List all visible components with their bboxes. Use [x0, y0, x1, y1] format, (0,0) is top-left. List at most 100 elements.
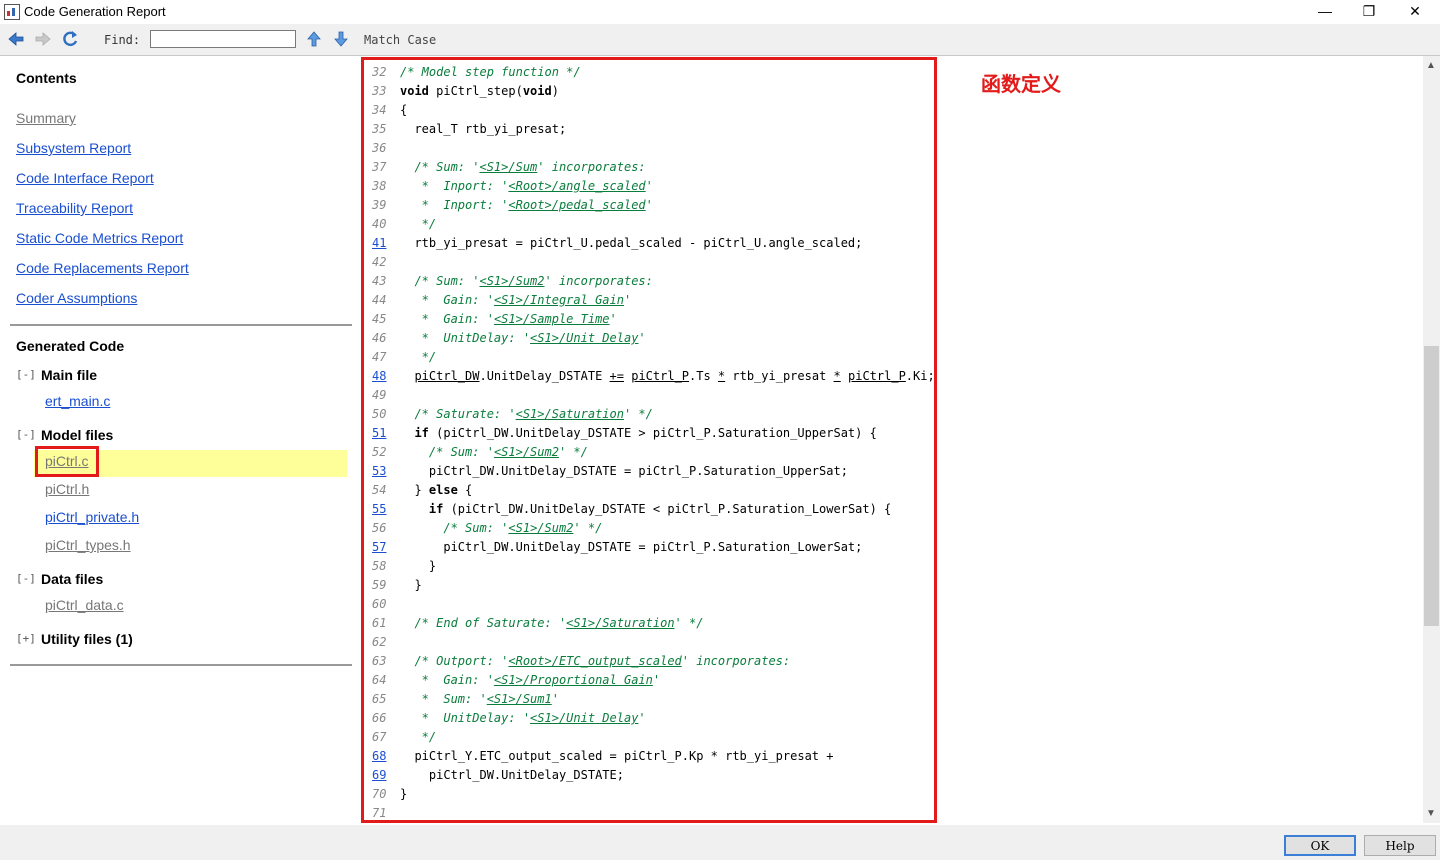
line-number[interactable]: 48: [372, 367, 392, 386]
code-text: {: [400, 103, 408, 117]
line-number[interactable]: 69: [372, 766, 392, 785]
code-text: rtb_yi_presat = piCtrl_U.pedal_scaled - …: [400, 236, 863, 250]
code-line: 66 * UnitDelay: '<S1>/Unit Delay': [364, 709, 934, 728]
line-number[interactable]: 51: [372, 424, 392, 443]
code-line: 50 /* Saturate: '<S1>/Saturation' */: [364, 405, 934, 424]
subsystem-report-link[interactable]: Subsystem Report: [16, 140, 131, 156]
line-number[interactable]: 68: [372, 747, 392, 766]
coder-assumptions-link[interactable]: Coder Assumptions: [16, 290, 137, 306]
line-number: 49: [372, 388, 387, 402]
code-text: piCtrl_DW.UnitDelay_DSTATE = piCtrl_P.Sa…: [400, 464, 848, 478]
data-files-toggle[interactable]: [-]: [16, 572, 36, 585]
back-arrow-icon[interactable]: [6, 29, 26, 49]
code-line: 65 * Sum: '<S1>/Sum1': [364, 690, 934, 709]
file-pictrl-data-c[interactable]: piCtrl_data.c: [45, 597, 124, 613]
code-text: real_T rtb_yi_presat;: [400, 122, 567, 136]
find-label: Find:: [104, 33, 141, 47]
line-number: 36: [372, 141, 387, 155]
code-interface-report-link[interactable]: Code Interface Report: [16, 170, 154, 186]
code-line: 70}: [364, 785, 934, 804]
code-text: if (piCtrl_DW.UnitDelay_DSTATE < piCtrl_…: [428, 502, 892, 516]
line-number: 40: [372, 217, 387, 231]
find-next-icon[interactable]: [331, 29, 351, 49]
line-number: 45: [372, 312, 387, 326]
code-line: 55 if (piCtrl_DW.UnitDelay_DSTATE < piCt…: [364, 500, 934, 519]
code-text: piCtrl_DW.UnitDelay_DSTATE = piCtrl_P.Sa…: [400, 540, 863, 554]
line-number: 50: [372, 407, 387, 421]
code-text: /* Sum: '<S1>/Sum' incorporates:: [414, 160, 646, 174]
match-case-toggle[interactable]: Match Case: [364, 33, 436, 47]
code-text: */: [414, 350, 437, 364]
code-text: piCtrl_DW.UnitDelay_DSTATE += piCtrl_P.T…: [414, 369, 935, 383]
code-line: 64 * Gain: '<S1>/Proportional Gain': [364, 671, 934, 690]
static-code-metrics-link[interactable]: Static Code Metrics Report: [16, 230, 183, 246]
ok-button[interactable]: OK: [1284, 835, 1356, 856]
code-line: 41 rtb_yi_presat = piCtrl_U.pedal_scaled…: [364, 234, 934, 253]
forward-arrow-icon[interactable]: [33, 29, 53, 49]
line-number: 59: [372, 578, 387, 592]
line-number[interactable]: 41: [372, 234, 392, 253]
line-number[interactable]: 55: [372, 500, 392, 519]
code-line: 71: [364, 804, 934, 820]
summary-link[interactable]: Summary: [16, 110, 76, 126]
code-text: /* Sum: '<S1>/Sum2' */: [443, 521, 603, 535]
line-number: 47: [372, 350, 387, 364]
line-number: 42: [372, 255, 387, 269]
traceability-report-link[interactable]: Traceability Report: [16, 200, 133, 216]
model-files-toggle[interactable]: [-]: [16, 428, 36, 441]
code-line: 45 * Gain: '<S1>/Sample Time': [364, 310, 934, 329]
code-line: 34 {: [364, 101, 934, 120]
find-input[interactable]: [150, 30, 296, 48]
help-button[interactable]: Help: [1364, 835, 1436, 856]
file-pictrl-private-h[interactable]: piCtrl_private.h: [45, 509, 139, 525]
vertical-scrollbar[interactable]: ▲ ▼: [1423, 56, 1440, 823]
scrollbar-thumb[interactable]: [1424, 346, 1439, 626]
code-line: 44 * Gain: '<S1>/Integral Gain': [364, 291, 934, 310]
code-text: } else {: [400, 483, 473, 497]
code-text: /* Outport: '<Root>/ETC_output_scaled' i…: [414, 654, 791, 668]
line-number: 61: [372, 616, 387, 630]
find-previous-icon[interactable]: [304, 29, 324, 49]
code-text: * UnitDelay: '<S1>/Unit Delay': [414, 711, 646, 725]
code-line: 32 /* Model step function */: [364, 63, 934, 82]
code-line: 38 * Inport: '<Root>/angle_scaled': [364, 177, 934, 196]
code-text: /* End of Saturate: '<S1>/Saturation' */: [414, 616, 704, 630]
code-replacements-link[interactable]: Code Replacements Report: [16, 260, 189, 276]
toolbar: Find: Match Case: [0, 26, 1440, 54]
code-line: 48 piCtrl_DW.UnitDelay_DSTATE += piCtrl_…: [364, 367, 934, 386]
title-bar: Code Generation Report — ❐ ✕: [0, 0, 1440, 24]
code-line: 51 if (piCtrl_DW.UnitDelay_DSTATE > piCt…: [364, 424, 934, 443]
code-line: 36: [364, 139, 934, 158]
file-pictrl-c[interactable]: piCtrl.c: [45, 453, 89, 469]
line-number: 65: [372, 692, 387, 706]
utility-files-toggle[interactable]: [+]: [16, 632, 36, 645]
maximize-button[interactable]: ❐: [1346, 0, 1392, 24]
line-number: 66: [372, 711, 387, 725]
line-number[interactable]: 57: [372, 538, 392, 557]
minimize-button[interactable]: —: [1302, 0, 1348, 24]
code-text: }: [400, 559, 437, 573]
code-line: 40 */: [364, 215, 934, 234]
code-line: 53 piCtrl_DW.UnitDelay_DSTATE = piCtrl_P…: [364, 462, 934, 481]
main-file-toggle[interactable]: [-]: [16, 368, 36, 381]
refresh-icon[interactable]: [60, 29, 80, 49]
scroll-down-icon[interactable]: ▼: [1426, 808, 1436, 819]
line-number: 43: [372, 274, 387, 288]
code-line: 47 */: [364, 348, 934, 367]
file-pictrl-h[interactable]: piCtrl.h: [45, 481, 89, 497]
scroll-up-icon[interactable]: ▲: [1426, 60, 1436, 71]
code-line: 35 real_T rtb_yi_presat;: [364, 120, 934, 139]
code-text: * Sum: '<S1>/Sum1': [414, 692, 559, 706]
code-text: * UnitDelay: '<S1>/Unit Delay': [414, 331, 646, 345]
file-pictrl-types-h[interactable]: piCtrl_types.h: [45, 537, 131, 553]
code-line: 49: [364, 386, 934, 405]
line-number: 62: [372, 635, 387, 649]
code-text: /* Sum: '<S1>/Sum2' */: [428, 445, 588, 459]
code-line: 54 } else {: [364, 481, 934, 500]
file-ert-main-c[interactable]: ert_main.c: [45, 393, 110, 409]
code-listing: 32 /* Model step function */ 33 void piCtrl…: [361, 57, 937, 823]
code-text: /* Sum: '<S1>/Sum2' incorporates:: [414, 274, 653, 288]
code-line: 63 /* Outport: '<Root>/ETC_output_scaled…: [364, 652, 934, 671]
close-button[interactable]: ✕: [1392, 0, 1438, 24]
line-number[interactable]: 53: [372, 462, 392, 481]
